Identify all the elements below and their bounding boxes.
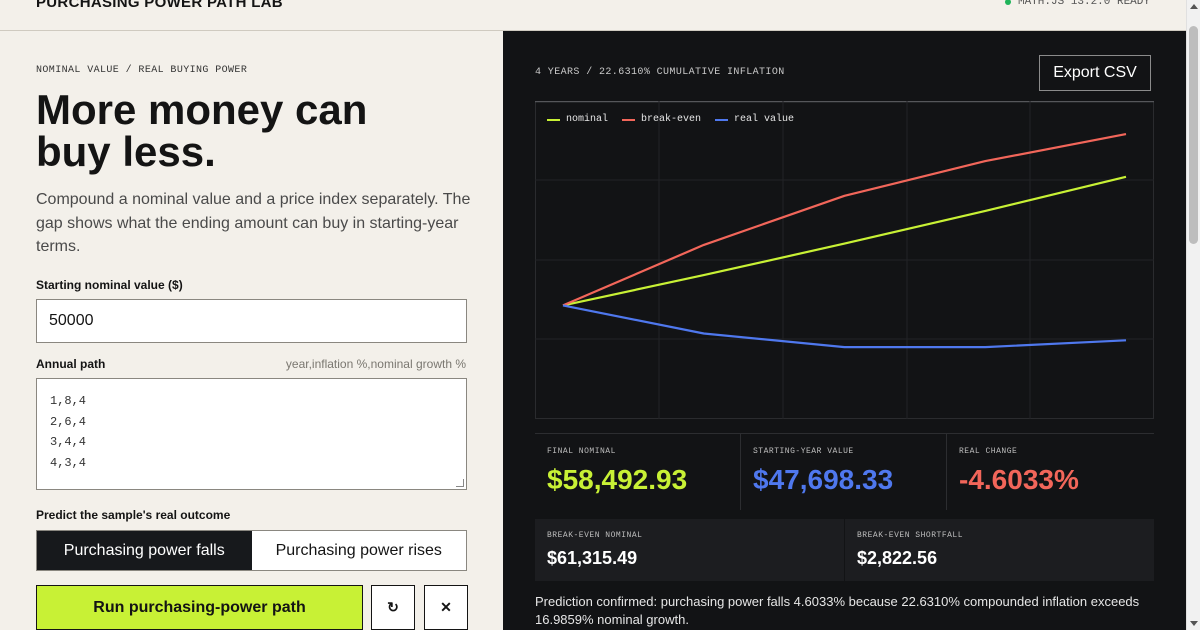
- scroll-up-icon[interactable]: [1190, 4, 1198, 9]
- chart-legend: nominal break-even real value: [547, 114, 794, 125]
- results-panel: 4 YEARS / 22.6310% CUMULATIVE INFLATION …: [503, 31, 1186, 630]
- stat-value: $47,698.33: [753, 464, 894, 495]
- legend-item-break-even: break-even: [622, 114, 701, 125]
- stat-label: STARTING-YEAR VALUE: [753, 447, 854, 456]
- page-title: More money can buy less.: [36, 89, 476, 173]
- prediction-toggle: Purchasing power falls Purchasing power …: [36, 530, 467, 571]
- legend-label: nominal: [566, 114, 609, 125]
- scroll-down-icon[interactable]: [1190, 621, 1198, 626]
- controls-panel: NOMINAL VALUE / REAL BUYING POWER More m…: [0, 31, 503, 630]
- stat-label: BREAK-EVEN SHORTFALL: [857, 531, 964, 540]
- status-dot-icon: [1004, 0, 1011, 5]
- scroll-thumb[interactable]: [1189, 26, 1198, 244]
- path-line: 3,4,4: [50, 435, 87, 449]
- legend-swatch-real-value: [715, 118, 729, 121]
- stat-label: BREAK-EVEN NOMINAL: [547, 531, 643, 540]
- starting-value-input[interactable]: 50000: [36, 299, 467, 343]
- status-indicator: MATH.JS 13.2.0 READY: [1004, 0, 1150, 8]
- stat-value: -4.6033%: [959, 464, 1079, 495]
- stat-value: $2,822.56: [857, 548, 938, 568]
- prediction-label: Predict the sample's real outcome: [36, 508, 231, 522]
- stat-break-even-nominal: BREAK-EVEN NOMINAL $61,315.49: [535, 519, 844, 581]
- starting-value-label: Starting nominal value ($): [36, 278, 183, 292]
- legend-swatch-nominal: [547, 118, 560, 121]
- status-text: MATH.JS 13.2.0 READY: [1017, 0, 1150, 8]
- series-line-real-value: [562, 304, 1127, 349]
- legend-item-real-value: real value: [715, 114, 794, 125]
- stat-label: REAL CHANGE: [959, 447, 1018, 456]
- chart-caption: 4 YEARS / 22.6310% CUMULATIVE INFLATION: [535, 67, 785, 78]
- annual-path-label: Annual path: [36, 357, 106, 371]
- legend-item-nominal: nominal: [547, 114, 608, 125]
- export-csv-button[interactable]: Export CSV: [1039, 55, 1151, 91]
- reset-icon: ↻: [387, 599, 399, 615]
- legend-label: break-even: [641, 114, 702, 125]
- path-line: 1,8,4: [50, 394, 87, 408]
- stat-real-change: REAL CHANGE -4.6033%: [947, 433, 1154, 510]
- path-line: 2,6,4: [50, 414, 87, 429]
- page-title-line-2: buy less.: [36, 128, 216, 175]
- stat-value: $61,315.49: [547, 548, 638, 568]
- resize-handle-icon[interactable]: [456, 479, 464, 487]
- close-icon: ✕: [440, 599, 452, 615]
- page-scrollbar[interactable]: [1186, 0, 1200, 630]
- starting-value-text: 50000: [49, 312, 94, 329]
- legend-label: real value: [734, 114, 795, 125]
- clear-button[interactable]: ✕: [424, 585, 468, 630]
- legend-swatch-break-even: [622, 118, 636, 121]
- stat-starting-year-value: STARTING-YEAR VALUE $47,698.33: [741, 433, 946, 510]
- page-title-line-1: More money can: [36, 86, 368, 133]
- line-chart: [535, 101, 1154, 419]
- annual-path-hint: year,inflation %,nominal growth %: [285, 357, 466, 371]
- stat-value: $58,492.93: [547, 464, 688, 495]
- annual-path-textarea[interactable]: 1,8,4 2,6,4 3,4,4 4,3,4: [36, 378, 467, 490]
- top-bar: PURCHASING POWER PATH LAB MATH.JS 13.2.0…: [0, 0, 1200, 31]
- stat-final-nominal: FINAL NOMINAL $58,492.93: [535, 433, 740, 510]
- option-rises-button[interactable]: Purchasing power rises: [251, 531, 466, 570]
- path-line: 4,3,4: [50, 455, 87, 470]
- stat-break-even-shortfall: BREAK-EVEN SHORTFALL $2,822.56: [845, 519, 1154, 581]
- eyebrow: NOMINAL VALUE / REAL BUYING POWER: [36, 65, 248, 76]
- app-title: PURCHASING POWER PATH LAB: [36, 0, 283, 11]
- reset-button[interactable]: ↻: [371, 585, 415, 630]
- prediction-result-message: Prediction confirmed: purchasing power f…: [535, 594, 1140, 627]
- option-falls-button[interactable]: Purchasing power falls: [37, 531, 252, 570]
- run-button[interactable]: Run purchasing-power path: [36, 585, 363, 630]
- stat-label: FINAL NOMINAL: [547, 447, 616, 456]
- series-line-break-even: [562, 133, 1127, 307]
- intro-text: Compound a nominal value and a price ind…: [36, 191, 471, 255]
